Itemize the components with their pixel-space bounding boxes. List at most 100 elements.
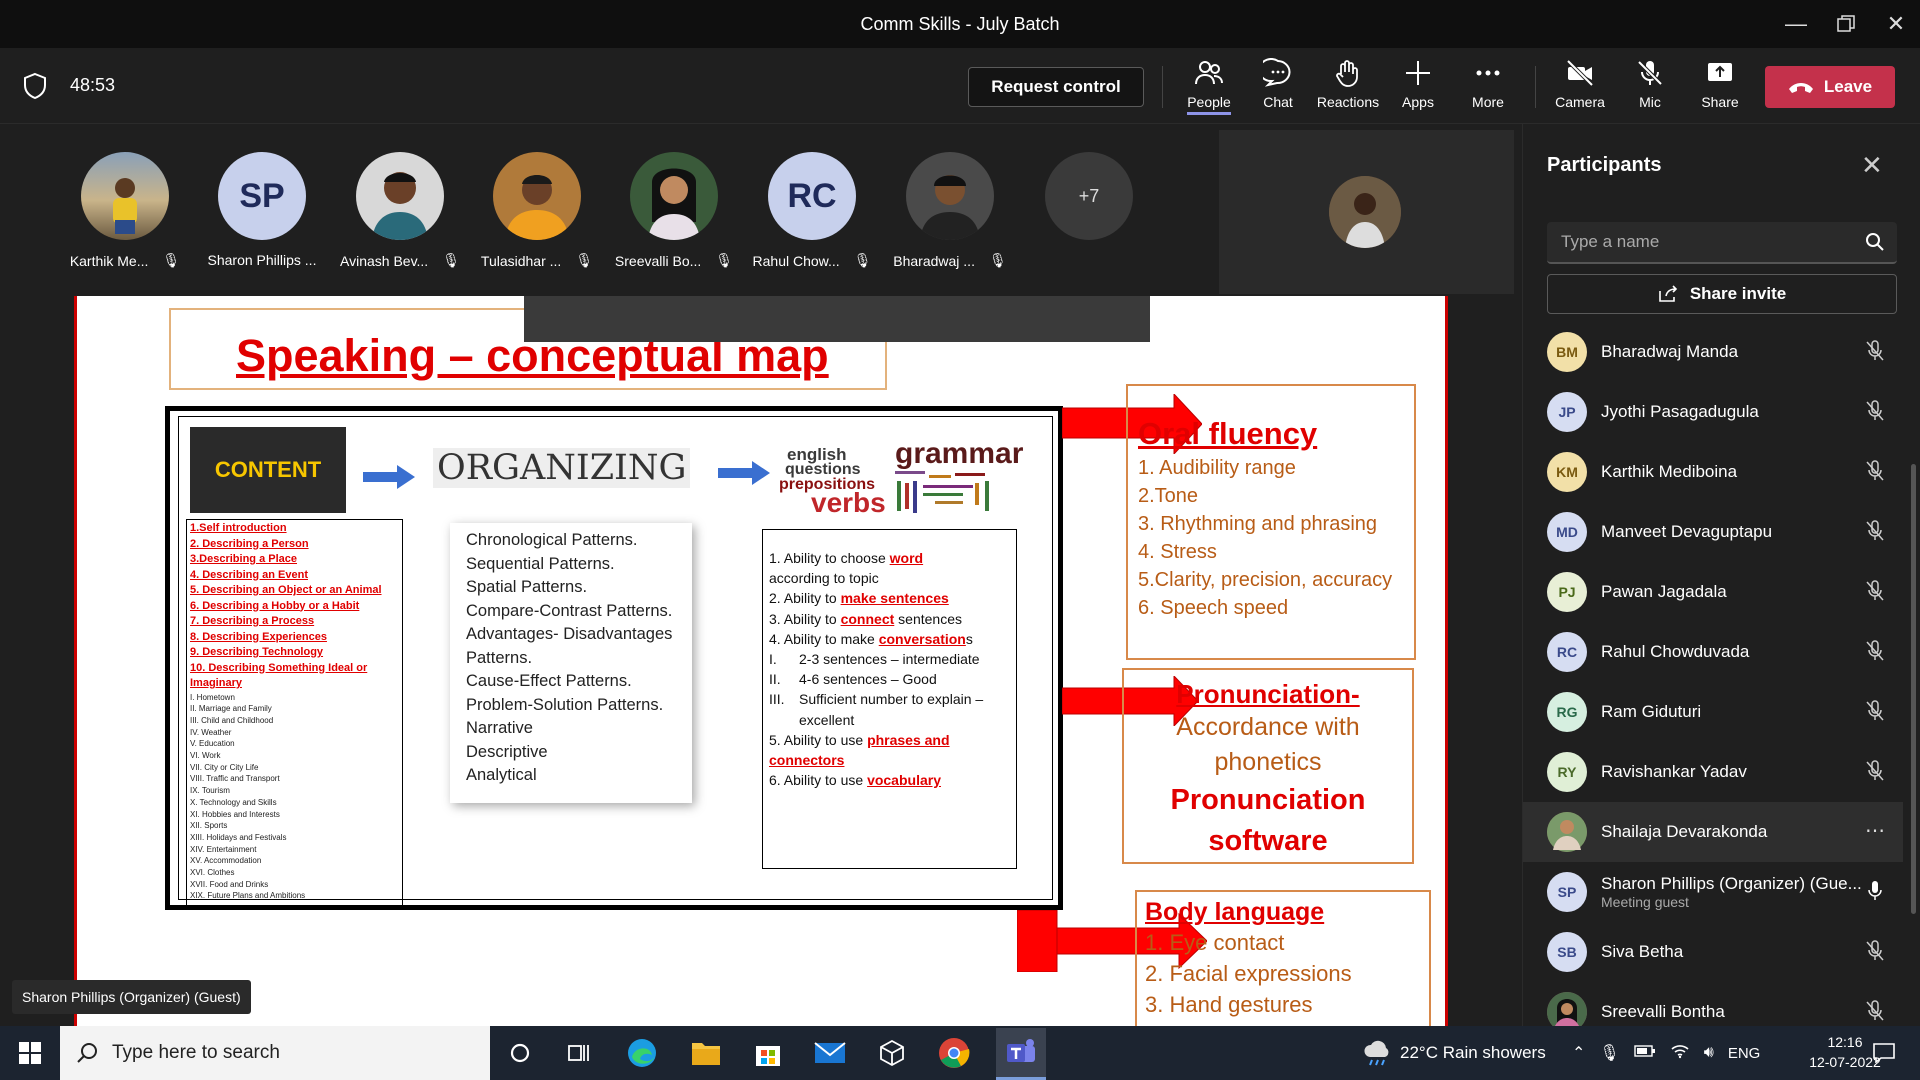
participant-name: Ram Giduturi [1601, 702, 1702, 721]
mic-on-icon [1865, 880, 1885, 907]
cortana-icon[interactable] [502, 1035, 538, 1071]
body-item: 1. Eye contact [1145, 930, 1285, 955]
taskbar-search-input[interactable]: Type here to search [60, 1026, 490, 1080]
chevron-up-icon[interactable]: ⌃ [1572, 1043, 1585, 1063]
participant-row[interactable]: SP Sharon Phillips (Organizer) (Gue... Mee… [1523, 862, 1903, 922]
camera-button[interactable]: Camera [1545, 58, 1615, 120]
leave-button[interactable]: Leave [1765, 66, 1895, 108]
3d-box-icon[interactable] [874, 1035, 910, 1071]
gallery-overflow[interactable]: +7 [1019, 152, 1159, 240]
participant-row[interactable]: BM Bharadwaj Manda [1523, 322, 1903, 382]
share-invite-label: Share invite [1689, 284, 1787, 303]
participant-name: Sharon Phillips ... [207, 252, 317, 268]
content-label: CONTENT [214, 457, 322, 482]
minimize-icon[interactable]: — [1770, 0, 1822, 48]
subtopic-item: XII. Sports [190, 821, 228, 831]
volume-icon[interactable]: 🔊︎ [1704, 1044, 1714, 1062]
gallery-tile[interactable]: RC Rahul Chow... 🎙︎ [742, 152, 882, 269]
pattern-item: Chronological Patterns. [466, 531, 638, 549]
gallery-tile[interactable]: SP Sharon Phillips ... [192, 152, 332, 268]
participant-row[interactable]: SB Siva Betha [1523, 922, 1903, 982]
oral-item: 4. Stress [1138, 541, 1217, 563]
edge-browser-icon[interactable] [624, 1035, 660, 1071]
task-view-icon[interactable] [562, 1035, 598, 1071]
participant-row[interactable]: PJ Pawan Jagadala [1523, 562, 1903, 622]
pattern-item: Descriptive [466, 742, 548, 761]
ability-key: vocabulary [867, 772, 941, 789]
gallery-tile[interactable]: Karthik Me... 🎙︎ [55, 152, 195, 269]
avatar-photo [356, 152, 444, 240]
panel-scrollbar[interactable] [1911, 464, 1916, 914]
avatar: RC [1547, 632, 1587, 672]
avatar: RG [1547, 692, 1587, 732]
pattern-item: Cause-Effect Patterns. [466, 672, 632, 690]
ability-text: 3. Ability to [769, 610, 841, 627]
windows-start-icon[interactable] [12, 1035, 48, 1071]
more-button[interactable]: More [1453, 58, 1523, 120]
camera-label: Camera [1555, 94, 1605, 110]
participant-row[interactable]: Shailaja Devarakonda ⋯ [1523, 802, 1903, 862]
participant-row[interactable]: RC Rahul Chowduvada [1523, 622, 1903, 682]
close-icon[interactable]: ✕ [1861, 150, 1883, 181]
wordcloud-decoration [895, 471, 989, 513]
participant-row[interactable]: RY Ravishankar Yadav [1523, 742, 1903, 802]
participant-name: Shailaja Devarakonda [1601, 822, 1768, 841]
gallery-tile[interactable]: Avinash Bev... 🎙︎ [330, 152, 470, 269]
close-window-icon[interactable]: ✕ [1870, 0, 1920, 48]
pattern-item: Sequential Patterns. [466, 554, 615, 573]
hangup-icon [1788, 83, 1813, 93]
apps-button[interactable]: Apps [1383, 58, 1453, 120]
request-control-button[interactable]: Request control [968, 67, 1144, 107]
mic-button[interactable]: Mic [1615, 58, 1685, 120]
battery-icon[interactable] [1634, 1044, 1656, 1063]
wifi-icon[interactable] [1670, 1043, 1690, 1064]
gallery-tile[interactable]: Sreevalli Bo... 🎙︎ [604, 152, 744, 269]
meeting-timer: 48:53 [70, 75, 116, 95]
mic-muted-icon [1865, 760, 1885, 787]
share-invite-button[interactable]: Share invite [1547, 274, 1897, 314]
participant-name: Pawan Jagadala [1601, 582, 1727, 601]
body-heading: Body language [1145, 898, 1325, 926]
pron-line: Pronunciation [1170, 784, 1366, 816]
subtopic-item: V. Education [190, 739, 235, 749]
participants-panel: Participants ✕ Type a name Share invite … [1522, 124, 1920, 1032]
participant-row[interactable]: KM Karthik Mediboina [1523, 442, 1903, 502]
participant-name: Sharon Phillips (Organizer) (Gue... [1601, 874, 1862, 893]
share-tray-icon [1708, 63, 1732, 81]
more-options-icon[interactable]: ⋯ [1865, 818, 1885, 843]
avatar-initials: SP [218, 152, 306, 240]
chat-icon [1263, 58, 1291, 87]
people-button[interactable]: People [1174, 58, 1244, 120]
grammar-abilities-list: 1. Ability to choose word according to t… [762, 529, 1017, 869]
topic-item: 7. Describing a Process [190, 615, 315, 627]
participant-row[interactable]: JP Jyothi Pasagadugula [1523, 382, 1903, 442]
gallery-tile[interactable]: Tulasidhar ... 🎙︎ [467, 152, 607, 269]
mail-icon[interactable] [812, 1035, 848, 1071]
participant-row[interactable]: MD Manveet Devaguptapu [1523, 502, 1903, 562]
microphone-tray-icon[interactable]: 🎙︎ [1599, 1043, 1619, 1063]
gallery-tile[interactable]: Bharadwaj ... 🎙︎ [880, 152, 1020, 269]
restore-icon[interactable] [1820, 0, 1872, 48]
teams-icon[interactable] [996, 1028, 1046, 1078]
reactions-button[interactable]: Reactions [1313, 58, 1383, 120]
avatar-photo [906, 152, 994, 240]
participant-name: Karthik Me... [69, 252, 149, 269]
chat-button[interactable]: Chat [1243, 58, 1313, 120]
slide: Speaking – conceptual map CONTENT ORGANI… [74, 296, 1448, 1026]
weather-widget[interactable]: 22°C Rain showers [1362, 1026, 1546, 1080]
subtopic-item: XV. Accommodation [190, 856, 262, 866]
participant-row[interactable]: RG Ram Giduturi [1523, 682, 1903, 742]
subtopic-item: XIII. Holidays and Festivals [190, 832, 287, 842]
notification-icon[interactable] [1866, 1035, 1902, 1071]
file-explorer-icon[interactable] [688, 1035, 724, 1071]
subtopic-item: XVI. Clothes [190, 868, 235, 878]
microsoft-store-icon[interactable] [750, 1035, 786, 1071]
share-button[interactable]: Share [1685, 58, 1755, 120]
avatar: JP [1547, 392, 1587, 432]
participant-search-input[interactable]: Type a name [1547, 222, 1897, 264]
self-avatar [1329, 176, 1401, 248]
chrome-icon[interactable] [936, 1035, 972, 1071]
language-indicator[interactable]: ENG [1728, 1045, 1761, 1062]
subtopic-item: III. Child and Childhood [190, 715, 274, 725]
body-language-box: Body language 1. Eye contact 2. Facial e… [1135, 890, 1431, 1026]
